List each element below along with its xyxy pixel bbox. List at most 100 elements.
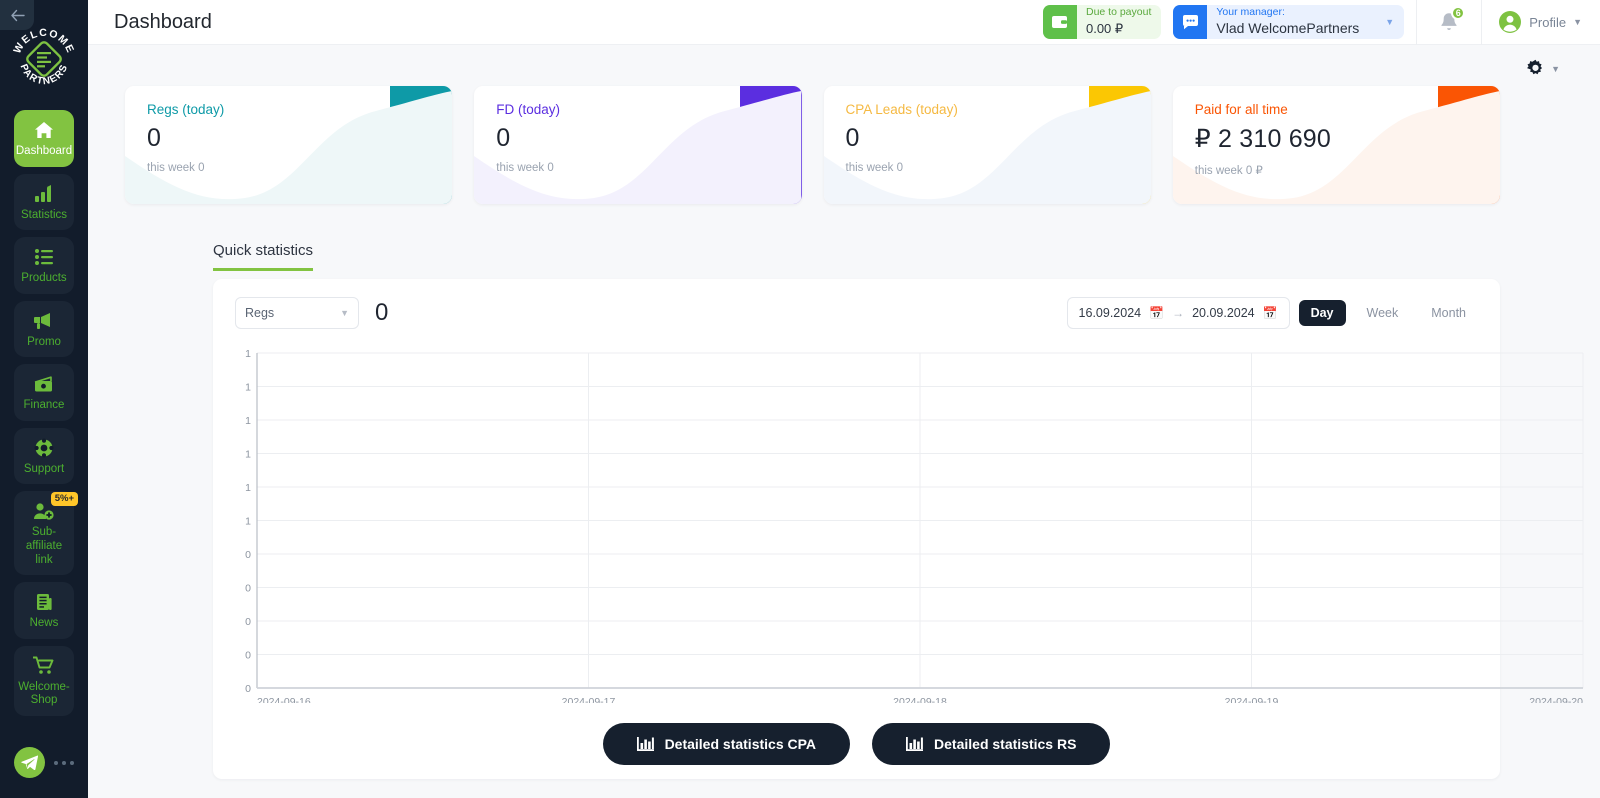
telegram-icon — [21, 755, 38, 770]
tap-phone-icon — [739, 86, 802, 204]
sidebar-item-label: Statistics — [20, 208, 67, 221]
kpi-card-regs[interactable]: Regs (today) 0 this week 0 — [125, 86, 453, 204]
period-month[interactable]: Month — [1419, 300, 1478, 326]
topbar: Dashboard Due to payout 0.00 ₽ Your mana… — [88, 0, 1600, 45]
button-label: Detailed statistics CPA — [664, 736, 817, 752]
kpi-title: CPA Leads (today) — [845, 102, 958, 117]
date-from: 16.09.2024 — [1078, 306, 1142, 320]
sidebar-item-products[interactable]: Products — [14, 237, 74, 294]
list-icon — [32, 246, 56, 268]
manager-value: Vlad WelcomePartners — [1216, 20, 1360, 37]
kpi-sub: this week 0 ₽ — [1194, 165, 1263, 177]
sidebar-item-support[interactable]: Support — [14, 427, 74, 485]
sidebar-item-finance[interactable]: Finance — [14, 364, 74, 421]
logo-mark: WELCOME PARTNERS — [11, 27, 75, 87]
kpi-value: ₽ 2 310 690 — [1194, 125, 1332, 153]
chevron-down-icon[interactable]: ▼ — [1385, 17, 1394, 27]
quick-statistics-chart[interactable]: 1 1 1 1 1 1 0 0 0 0 0 2024-09-16 2024-09-17 202… — [235, 343, 1584, 703]
chevron-down-icon: ▼ — [340, 308, 349, 318]
kpi-sub: this week 0 — [496, 162, 554, 174]
range-arrow-icon: → — [1172, 306, 1185, 320]
period-week[interactable]: Week — [1355, 300, 1411, 326]
detailed-statistics-cpa-button[interactable]: Detailed statistics CPA — [602, 723, 851, 765]
kpi-card-paid-all-time[interactable]: Paid for all time ₽ 2 310 690 this week … — [1172, 86, 1500, 204]
date-range-picker[interactable]: 16.09.2024 📅 → 20.09.2024 📅 — [1066, 297, 1290, 329]
app-root: WELCOME PARTNERS Dashboard Statistics Pr… — [0, 0, 1600, 798]
home-icon — [32, 119, 56, 141]
period-day[interactable]: Day — [1298, 300, 1346, 326]
metric-select[interactable]: Regs ▼ — [235, 297, 359, 329]
sidebar-item-news[interactable]: News — [14, 582, 74, 639]
settings-row: ▼ — [88, 45, 1600, 78]
detailed-stats-buttons: Detailed statistics CPA Detailed statist… — [213, 723, 1500, 765]
topbar-right: Due to payout 0.00 ₽ Your manager: Vlad … — [1042, 0, 1600, 45]
panel-header: Regs ▼ 0 16.09.2024 📅 → 20.09.2024 📅 Day — [235, 297, 1478, 329]
kpi-sub: this week 0 — [147, 162, 205, 174]
kpi-title: Paid for all time — [1194, 102, 1288, 117]
quick-statistics-panel: Regs ▼ 0 16.09.2024 📅 → 20.09.2024 📅 Day — [213, 279, 1584, 779]
detailed-statistics-rs-button[interactable]: Detailed statistics RS — [872, 723, 1111, 765]
manager-pill[interactable]: Your manager: Vlad WelcomePartners ▼ — [1173, 5, 1405, 39]
telegram-button[interactable] — [14, 747, 45, 778]
svg-text:1: 1 — [245, 382, 251, 394]
hourglass-icon — [1088, 86, 1151, 204]
sidebar-item-sub-affiliate-link[interactable]: 5%+ Sub-affiliate link — [14, 491, 78, 576]
button-label: Detailed statistics RS — [934, 736, 1077, 752]
kpi-title: Regs (today) — [147, 102, 225, 117]
kpi-value: 0 — [147, 124, 162, 152]
kpi-title: FD (today) — [496, 102, 561, 117]
svg-text:0: 0 — [245, 650, 251, 662]
tab-quick-statistics[interactable]: Quick statistics — [213, 242, 314, 271]
svg-text:2024-09-19: 2024-09-19 — [1225, 696, 1279, 703]
sidebar-item-label: Promo — [27, 335, 61, 348]
svg-text:1: 1 — [245, 516, 251, 528]
wallet-icon — [1042, 5, 1077, 39]
calendar-icon[interactable]: 📅 — [1263, 306, 1278, 320]
kpi-cards: Regs (today) 0 this week 0 FD (today) 0 … — [125, 86, 1500, 204]
panel-controls: 16.09.2024 📅 → 20.09.2024 📅 Day Week Mon… — [1066, 297, 1478, 329]
arrow-left-icon — [10, 9, 25, 21]
sidebar-item-label: Support — [23, 462, 65, 475]
due-to-payout-pill[interactable]: Due to payout 0.00 ₽ — [1042, 5, 1162, 39]
sidebar-item-statistics[interactable]: Statistics — [14, 173, 74, 231]
chevron-down-icon: ▼ — [1551, 63, 1560, 74]
atm-icon — [1438, 86, 1500, 204]
svg-text:0: 0 — [245, 583, 251, 595]
user-circle-icon — [1499, 11, 1522, 33]
sidebar-footer — [0, 747, 88, 778]
sidebar-item-label: Welcome-Shop — [18, 680, 70, 707]
sidebar-item-label: News — [29, 617, 59, 630]
kpi-card-cpa-leads[interactable]: CPA Leads (today) 0 this week 0 — [823, 86, 1151, 204]
notifications-count: 6 — [1451, 5, 1466, 20]
page-title: Dashboard — [114, 10, 212, 33]
settings-button[interactable]: ▼ — [1526, 59, 1560, 78]
chart-y-ticks: 1 1 1 1 1 1 0 0 0 0 0 — [245, 348, 251, 695]
sidebar-item-promo[interactable]: Promo — [14, 300, 74, 358]
more-dots-icon[interactable] — [54, 760, 74, 765]
chart-svg: 1 1 1 1 1 1 0 0 0 0 0 2024-09-16 2024-09-17 202… — [245, 348, 1584, 703]
brand-logo: WELCOME PARTNERS — [11, 26, 77, 92]
sidebar-item-welcome-shop[interactable]: Welcome-Shop — [14, 645, 74, 716]
kpi-sub: this week 0 — [845, 162, 904, 174]
payout-value: 0.00 ₽ — [1085, 21, 1124, 37]
bar-chart-icon — [636, 737, 654, 751]
svg-text:2024-09-18: 2024-09-18 — [893, 696, 947, 703]
sidebar-item-label: Finance — [23, 399, 65, 412]
notifications-button[interactable]: 6 — [1417, 0, 1481, 45]
cart-icon — [32, 655, 56, 677]
profile-menu[interactable]: Profile ▼ — [1482, 0, 1600, 45]
kpi-card-fd[interactable]: FD (today) 0 this week 0 — [474, 86, 802, 204]
manager-label: Your manager: — [1216, 5, 1285, 18]
svg-text:0: 0 — [245, 549, 251, 561]
sub-affiliate-badge: 5%+ — [50, 492, 78, 506]
chart-x-ticks: 2024-09-16 2024-09-17 2024-09-18 2024-09… — [257, 696, 1583, 703]
svg-text:0: 0 — [245, 616, 251, 628]
svg-text:2024-09-16: 2024-09-16 — [257, 696, 311, 703]
calendar-icon[interactable]: 📅 — [1149, 306, 1164, 320]
sidebar-item-dashboard[interactable]: Dashboard — [14, 110, 74, 167]
profile-label: Profile — [1529, 14, 1567, 30]
sidebar: WELCOME PARTNERS Dashboard Statistics Pr… — [0, 0, 88, 798]
lifebuoy-icon — [32, 437, 56, 459]
svg-text:1: 1 — [245, 415, 251, 427]
bar-chart-icon — [32, 183, 56, 205]
